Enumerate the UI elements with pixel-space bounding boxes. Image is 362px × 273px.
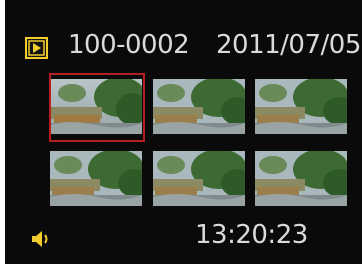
video-thumbnail[interactable] [153,151,245,206]
video-thumbnail[interactable] [50,151,142,206]
recording-time: 13:20:23 [195,220,308,250]
playback-screen: 100-0002 2011/07/05 13:20:23 [5,0,362,264]
folder-file-number: 100-0002 [68,30,190,60]
recording-date: 2011/07/05 [216,30,361,60]
thumbnail-selection-frame [49,73,145,142]
video-thumbnail[interactable] [255,151,347,206]
video-thumbnail[interactable] [153,79,245,134]
play-icon [25,37,48,59]
video-thumbnail[interactable] [255,79,347,134]
playback-header: 100-0002 2011/07/05 [5,28,362,68]
speaker-icon [30,229,52,249]
